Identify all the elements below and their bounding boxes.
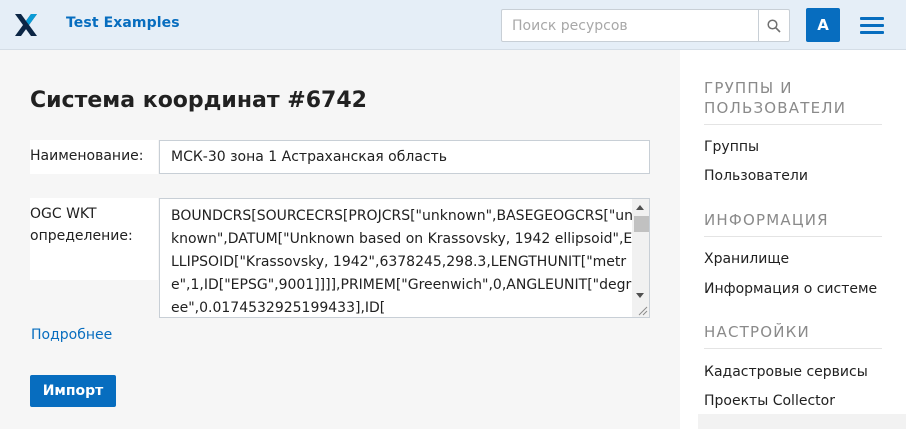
app-title[interactable]: Test Examples <box>66 15 180 31</box>
scroll-up-arrow-icon[interactable] <box>636 205 644 210</box>
resize-grip-icon[interactable] <box>637 305 648 316</box>
top-bar: Test Examples A <box>0 0 906 50</box>
search-icon <box>767 18 781 33</box>
sidebar-divider <box>704 124 882 125</box>
wkt-text[interactable]: BOUNDCRS[SOURCECRS[PROJCRS["unknown",BAS… <box>171 205 633 317</box>
name-field[interactable] <box>159 140 650 174</box>
user-avatar-button[interactable]: A <box>806 8 840 42</box>
name-label: Наименование: <box>30 148 144 164</box>
sidebar-heading-settings: НАСТРОЙКИ <box>704 323 810 341</box>
sidebar-item-cadastral-services[interactable]: Кадастровые сервисы <box>704 364 868 380</box>
sidebar-heading-groups-line1: ГРУППЫ И <box>704 79 793 97</box>
sidebar-item-storage[interactable]: Хранилище <box>704 251 789 267</box>
sidebar-heading-info: ИНФОРМАЦИЯ <box>704 211 829 229</box>
sidebar-item-system-info[interactable]: Информация о системе <box>704 281 877 297</box>
more-details-link[interactable]: Подробнее <box>31 327 112 343</box>
sidebar-divider <box>704 348 882 349</box>
wkt-label-line1: OGC WKT <box>30 206 97 222</box>
wkt-scrollbar[interactable] <box>632 199 649 317</box>
page-title: Система координат #6742 <box>30 88 367 113</box>
sidebar: ГРУППЫ И ПОЛЬЗОВАТЕЛИ Группы Пользовател… <box>680 50 906 429</box>
sidebar-divider <box>704 236 882 237</box>
import-button[interactable]: Импорт <box>30 375 116 407</box>
sidebar-bottom-strip <box>698 414 906 429</box>
scroll-down-arrow-icon[interactable] <box>636 293 644 298</box>
wkt-textarea[interactable]: BOUNDCRS[SOURCECRS[PROJCRS["unknown",BAS… <box>159 198 650 318</box>
sidebar-heading-groups-line2: ПОЛЬЗОВАТЕЛИ <box>704 99 847 117</box>
main-content: Система координат #6742 Наименование: OG… <box>0 50 680 429</box>
app-logo-icon[interactable] <box>14 13 38 37</box>
search-input[interactable] <box>501 9 759 42</box>
scroll-thumb[interactable] <box>634 216 649 232</box>
wkt-label-line2: определение: <box>30 228 133 244</box>
sidebar-item-users[interactable]: Пользователи <box>704 168 808 184</box>
hamburger-menu-icon[interactable] <box>858 14 886 36</box>
sidebar-item-groups[interactable]: Группы <box>704 139 759 155</box>
search-button[interactable] <box>758 9 790 42</box>
sidebar-item-collector-projects[interactable]: Проекты Collector <box>704 393 835 409</box>
